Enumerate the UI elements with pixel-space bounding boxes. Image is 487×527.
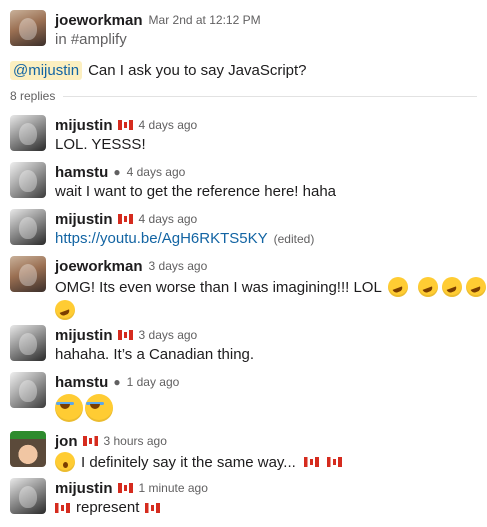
- flag-ca-icon: [117, 330, 133, 340]
- author-name[interactable]: mijustin: [55, 117, 113, 134]
- flag-ca-icon: [117, 120, 133, 130]
- avatar-jon[interactable]: [10, 431, 46, 467]
- reply-header: mijustin 4 days ago: [55, 116, 197, 134]
- speaking-head-icon: ●: [113, 375, 121, 389]
- message-text: OMG! Its even worse than I was imagining…: [55, 278, 382, 296]
- reply-message: hahaha. It’s a Canadian thing.: [55, 346, 255, 363]
- author-name[interactable]: mijustin: [55, 211, 113, 228]
- timestamp[interactable]: 4 days ago: [127, 165, 186, 179]
- flag-ca-icon: [303, 457, 319, 467]
- flag-ca-icon: [82, 436, 98, 446]
- root-message: @mijustin Can I ask you to say JavaScrip…: [10, 61, 307, 80]
- timestamp[interactable]: 1 day ago: [127, 375, 180, 389]
- timestamp[interactable]: 4 days ago: [139, 212, 198, 226]
- rolling-on-floor-laughing-icon: [465, 277, 486, 297]
- reply-header: joeworkman 3 days ago: [55, 257, 207, 275]
- face-with-tears-of-joy-icon: [55, 394, 83, 422]
- root-header: joeworkman Mar 2nd at 12:12 PM: [55, 11, 261, 29]
- rolling-on-floor-laughing-icon: [417, 277, 438, 297]
- avatar-mijustin[interactable]: [10, 478, 46, 514]
- reply-message-continued: [55, 300, 75, 320]
- avatar-hamstu[interactable]: [10, 162, 46, 198]
- reply-message: represent: [55, 499, 161, 516]
- author-name[interactable]: joeworkman: [55, 12, 143, 29]
- avatar-joeworkman[interactable]: [10, 256, 46, 292]
- avatar-mijustin[interactable]: [10, 115, 46, 151]
- reply-header: mijustin 4 days ago: [55, 210, 197, 228]
- avatar-face: [19, 217, 37, 239]
- face-with-open-mouth-icon: [55, 452, 75, 472]
- message-text: represent: [76, 499, 140, 516]
- reply-message: https://youtu.be/AgH6RKTS5KY (edited): [55, 230, 314, 247]
- flag-ca-icon: [117, 214, 133, 224]
- message-text: I definitely say it the same way...: [81, 453, 296, 471]
- reply-header: mijustin 3 days ago: [55, 326, 197, 344]
- speaking-head-icon: ●: [113, 165, 121, 179]
- reply-header: hamstu ● 1 day ago: [55, 373, 179, 391]
- replies-count[interactable]: 8 replies: [10, 89, 55, 103]
- youtube-link[interactable]: https://youtu.be/AgH6RKTS5KY: [55, 230, 268, 247]
- avatar-face: [19, 486, 37, 508]
- author-name[interactable]: mijustin: [55, 480, 113, 497]
- avatar-face: [19, 380, 37, 402]
- avatar-hamstu[interactable]: [10, 372, 46, 408]
- reply-message: OMG! Its even worse than I was imagining…: [55, 277, 486, 297]
- avatar-mijustin[interactable]: [10, 325, 46, 361]
- author-name[interactable]: mijustin: [55, 327, 113, 344]
- reply-header: hamstu ● 4 days ago: [55, 163, 185, 181]
- reply-message: wait I want to get the reference here! h…: [55, 183, 337, 200]
- rolling-on-floor-laughing-icon: [441, 277, 462, 297]
- timestamp[interactable]: 3 days ago: [139, 328, 198, 342]
- flag-ca-icon: [55, 502, 70, 513]
- avatar-face: [19, 333, 37, 355]
- timestamp[interactable]: 3 days ago: [149, 259, 208, 273]
- flag-ca-icon: [145, 502, 161, 513]
- mention[interactable]: @mijustin: [10, 61, 83, 80]
- channel-label[interactable]: in #amplify: [55, 31, 127, 48]
- author-name[interactable]: hamstu: [55, 374, 108, 391]
- message-text: Can I ask you to say JavaScript?: [88, 62, 307, 79]
- reply-message: I definitely say it the same way...: [55, 452, 342, 472]
- reply-header: jon 3 hours ago: [55, 432, 167, 450]
- flag-ca-icon: [117, 483, 133, 493]
- reply-message: [55, 394, 115, 422]
- replies-divider: [63, 96, 477, 97]
- avatar-mijustin[interactable]: [10, 209, 46, 245]
- avatar-joeworkman[interactable]: [10, 10, 46, 46]
- flag-ca-icon: [326, 457, 342, 467]
- avatar-face: [19, 123, 37, 145]
- author-name[interactable]: hamstu: [55, 164, 108, 181]
- timestamp[interactable]: 4 days ago: [139, 118, 198, 132]
- reply-header: mijustin 1 minute ago: [55, 479, 208, 497]
- edited-label: (edited): [273, 231, 315, 246]
- avatar-face: [19, 170, 37, 192]
- author-name[interactable]: joeworkman: [55, 258, 143, 275]
- rolling-on-floor-laughing-icon: [387, 277, 408, 297]
- avatar-face: [19, 264, 37, 286]
- reply-message: LOL. YESSS!: [55, 136, 146, 153]
- face-with-tears-of-joy-icon: [85, 394, 113, 422]
- rolling-on-floor-laughing-icon: [55, 300, 75, 320]
- avatar-face: [19, 18, 37, 40]
- author-name[interactable]: jon: [55, 433, 78, 450]
- timestamp[interactable]: Mar 2nd at 12:12 PM: [149, 13, 261, 27]
- timestamp[interactable]: 1 minute ago: [139, 481, 208, 495]
- timestamp[interactable]: 3 hours ago: [104, 434, 167, 448]
